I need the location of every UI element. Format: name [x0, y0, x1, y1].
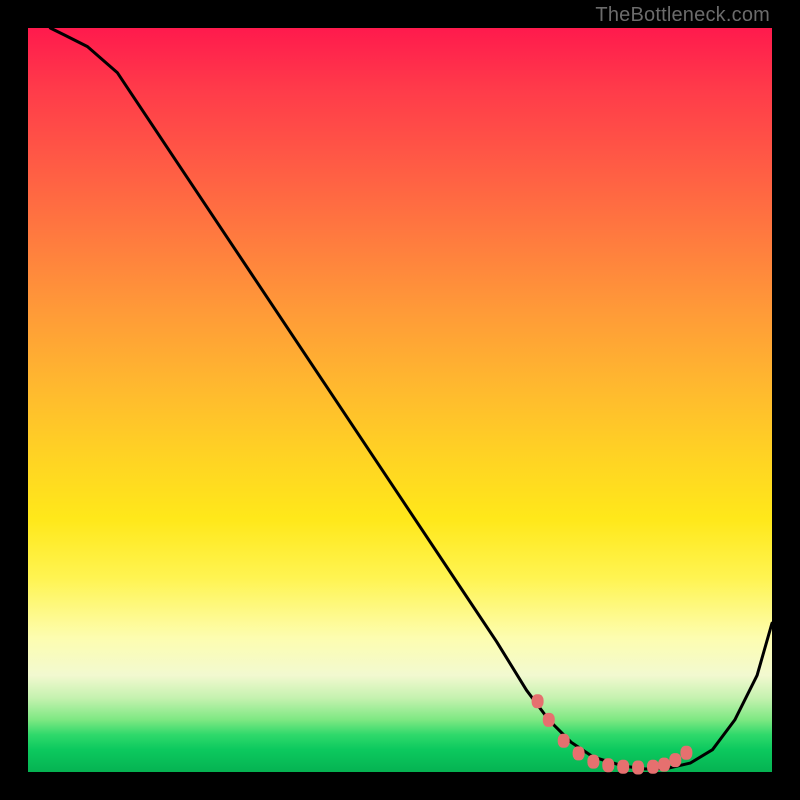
sweet-spot-marker: [669, 753, 681, 767]
bottleneck-curve-line: [50, 28, 772, 769]
sweet-spot-marker: [632, 761, 644, 775]
sweet-spot-marker: [532, 694, 544, 708]
chart-svg: [28, 28, 772, 772]
sweet-spot-marker: [658, 758, 670, 772]
sweet-spot-markers: [532, 694, 693, 774]
sweet-spot-marker: [573, 746, 585, 760]
sweet-spot-marker: [647, 760, 659, 774]
sweet-spot-marker: [680, 746, 692, 760]
watermark-text: TheBottleneck.com: [595, 4, 770, 27]
sweet-spot-marker: [587, 755, 599, 769]
sweet-spot-marker: [602, 758, 614, 772]
sweet-spot-marker: [543, 713, 555, 727]
sweet-spot-marker: [617, 760, 629, 774]
sweet-spot-marker: [558, 734, 570, 748]
chart-frame: TheBottleneck.com: [0, 0, 800, 800]
